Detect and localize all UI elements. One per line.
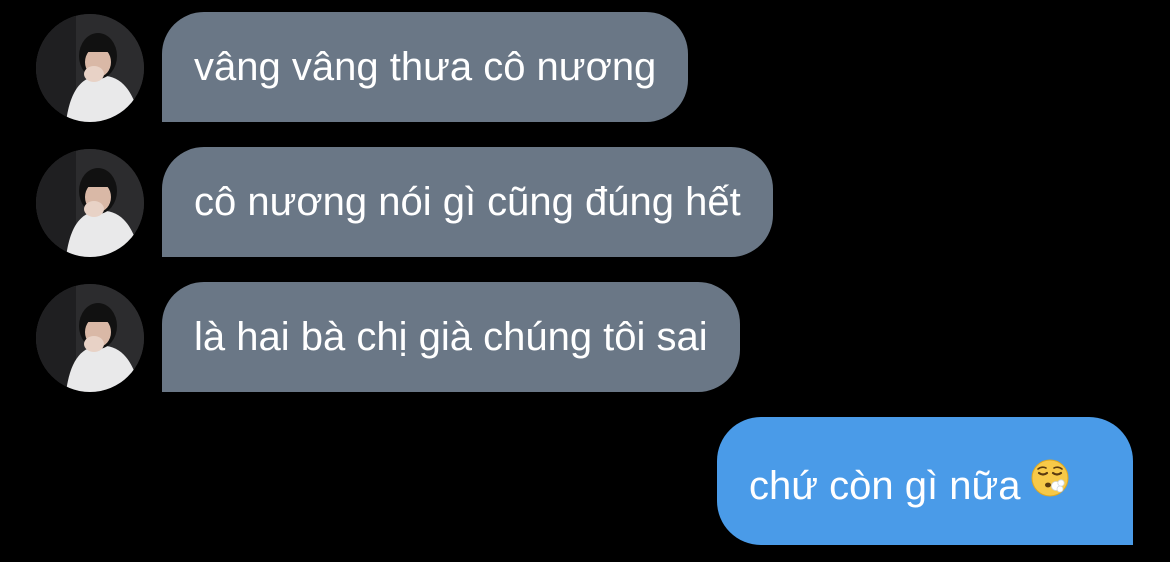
message-text: cô nương nói gì cũng đúng hết [194, 180, 741, 224]
message-bubble-outgoing[interactable]: chứ còn gì nữa [717, 417, 1133, 545]
face-exhaling-icon [1030, 416, 1070, 554]
message-text: chứ còn gì nữa [749, 464, 1021, 508]
message-row: là hai bà chị già chúng tôi sai [0, 282, 1170, 392]
message-bubble-incoming[interactable]: cô nương nói gì cũng đúng hết [162, 147, 773, 257]
avatar[interactable] [36, 284, 144, 392]
message-row: vâng vâng thưa cô nương [0, 12, 1170, 122]
message-text: vâng vâng thưa cô nương [194, 45, 657, 89]
avatar[interactable] [36, 149, 144, 257]
message-text: là hai bà chị già chúng tôi sai [194, 315, 708, 359]
message-row: cô nương nói gì cũng đúng hết [0, 147, 1170, 257]
message-row: chứ còn gì nữa [0, 417, 1170, 545]
avatar[interactable] [36, 14, 144, 122]
message-bubble-incoming[interactable]: vâng vâng thưa cô nương [162, 12, 689, 122]
message-bubble-incoming[interactable]: là hai bà chị già chúng tôi sai [162, 282, 740, 392]
